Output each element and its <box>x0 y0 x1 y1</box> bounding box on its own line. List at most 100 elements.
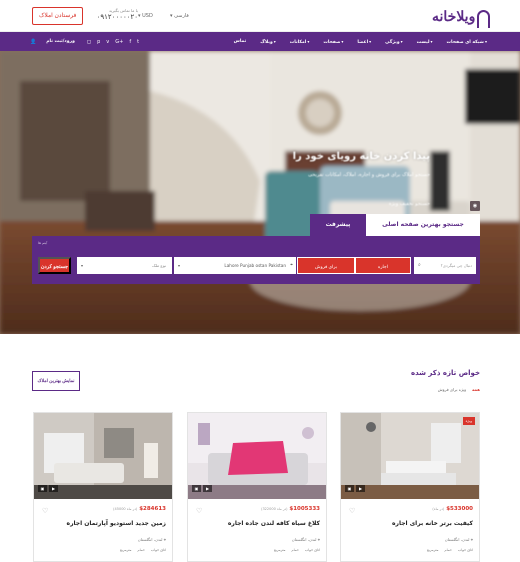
price-value: $533000 <box>446 506 473 512</box>
for-rent-button[interactable]: اجاره <box>355 257 411 274</box>
meta-item: اتاق خواب <box>304 548 320 552</box>
search-icon: ⌕ <box>418 262 421 268</box>
site-logo[interactable]: ویلاخانه <box>432 5 490 29</box>
chevron-down-icon: ▾ <box>170 13 173 19</box>
meta-item: اتاق خواب <box>457 548 473 552</box>
hero-banner: پیدا کردن خانه رویای خود را جستجو املاک … <box>0 51 520 334</box>
location-text: لندن، انگلستان <box>137 537 163 542</box>
meta-item: حمام <box>444 548 452 552</box>
facebook-icon[interactable]: f <box>129 39 131 45</box>
map-pin-icon[interactable]: ◉ <box>470 201 480 211</box>
heart-icon[interactable]: ♡ <box>42 507 48 515</box>
meta-item: حمام <box>137 548 145 552</box>
price-value: $1005333 <box>289 506 320 512</box>
property-title[interactable]: زمین جدید استودیو آپارتمان اجاره <box>67 520 166 527</box>
price-value: $284613 <box>139 506 166 512</box>
location-value: Lahore Punjab ostan Pakistan <box>224 263 286 268</box>
hero-background-image <box>0 51 520 334</box>
location-input[interactable]: ▾ Lahore Punjab ostan Pakistan ⌖ <box>174 257 296 274</box>
tab-advanced-search[interactable]: پیشرفت <box>310 214 366 236</box>
heart-icon[interactable]: ♡ <box>349 507 355 515</box>
heart-icon[interactable]: ♡ <box>196 507 202 515</box>
nav-item-label: تماس <box>233 39 247 44</box>
video-icon[interactable]: ▶ <box>203 485 212 492</box>
property-price: (در ماه 45000) $284613 <box>113 506 166 512</box>
section-title: خواص تازه ذکر شده <box>410 369 480 377</box>
keyword-search-input[interactable]: ⌕ دنبال چی میگردی؟ <box>414 257 476 274</box>
language-selector[interactable]: ▾ فارسی <box>170 13 189 19</box>
listing-filters: همه ویژه برای فروش <box>438 387 480 392</box>
twitter-icon[interactable]: t <box>137 39 139 45</box>
chevron-down-icon: ▾ <box>484 38 487 44</box>
featured-badge: ویژه <box>462 417 475 425</box>
user-icon: 👤 <box>30 38 37 45</box>
search-button[interactable]: جستجو کردن <box>38 257 71 274</box>
property-price: (در ماه) $533000 <box>432 506 473 512</box>
advanced-options-link[interactable]: آیتم ها <box>38 241 47 245</box>
nav-item-label: وبلاگ <box>260 39 273 45</box>
nav-item[interactable]: شبکه ای صفحات▾ <box>447 39 487 45</box>
nav-item-label: صفحات <box>323 39 341 45</box>
filter-tab[interactable]: ویژه برای فروش <box>438 387 466 392</box>
phone-number[interactable]: ۰۹۱۲۰۰۰۰۰۲۰ <box>86 13 138 21</box>
search-panel: آیتم ها جستجو کردن ▾ نوع ملک ▾ Lahore Pu… <box>32 236 480 284</box>
nav-item-label: اعضا <box>357 39 369 45</box>
meta-item: مترمربع <box>119 548 132 552</box>
property-image[interactable]: ویژه ▣ ▶ <box>341 413 479 499</box>
top-bar: ویلاخانه فرستادن املاک با ما تماس بگیرید… <box>0 0 520 32</box>
map-pin-icon: ⌖ <box>163 537 166 542</box>
image-actions: ▣ ▶ <box>345 485 365 492</box>
nav-item[interactable]: وبلاگ▾ <box>260 39 276 45</box>
logo-house-icon <box>477 10 490 28</box>
currency-selector[interactable]: ▾ USD <box>138 13 153 19</box>
chevron-down-icon: ▾ <box>369 38 372 44</box>
nav-item-label: ویژگی <box>385 39 400 45</box>
nav-item[interactable]: تماس <box>234 39 247 44</box>
chevron-down-icon: ▾ <box>81 263 84 268</box>
pinterest-icon[interactable]: p <box>97 39 100 45</box>
video-icon[interactable]: ▶ <box>49 485 58 492</box>
chevron-down-icon: ▾ <box>307 38 310 44</box>
property-type-select[interactable]: ▾ نوع ملک <box>77 257 172 274</box>
nav-utilities: 👤 ورود/ثبت نام t f G+ v p ◻ <box>30 32 139 51</box>
property-card[interactable]: ▣ ▶ ♡ (در ماه 45000) $284613 زمین جدید استود… <box>33 412 173 562</box>
property-title[interactable]: کلاغ سیاه کافه لندن جاده اجاره <box>228 520 320 527</box>
property-meta: اتاق خواب حمام مترمربع <box>120 548 166 552</box>
meta-item: اتاق خواب <box>150 548 166 552</box>
price-note: (در ماه) <box>432 507 445 511</box>
video-icon[interactable]: ▶ <box>356 485 365 492</box>
submit-property-button[interactable]: فرستادن املاک <box>32 7 84 25</box>
social-links: t f G+ v p ◻ <box>87 39 139 45</box>
property-type-placeholder: نوع ملک <box>152 263 166 268</box>
google-plus-icon[interactable]: G+ <box>115 39 123 45</box>
instagram-icon[interactable]: ◻ <box>87 39 91 45</box>
contact-phone: با ما تماس بگیرید ۰۹۱۲۰۰۰۰۰۲۰ <box>86 8 138 21</box>
view-all-properties-button[interactable]: نمایش بهترین املاک <box>32 371 80 391</box>
vine-icon[interactable]: v <box>106 39 109 45</box>
property-location: لندن، انگلستان ⌖ <box>292 537 320 542</box>
for-sale-button[interactable]: برای فروش <box>297 257 355 274</box>
filter-tab[interactable]: همه <box>472 387 480 392</box>
camera-icon[interactable]: ▣ <box>345 485 354 492</box>
nav-item-label: شبکه ای صفحات <box>446 39 484 45</box>
property-image[interactable]: ▣ ▶ <box>188 413 326 499</box>
property-card[interactable]: ▣ ▶ ♡ (در ماه 322000) $1005333 کلاغ سیاه کاف… <box>187 412 327 562</box>
property-title[interactable]: کیفیت برتر خانه برای اجاره <box>392 520 473 527</box>
camera-icon[interactable]: ▣ <box>38 485 47 492</box>
nav-item[interactable]: امکانات▾ <box>290 39 310 45</box>
chevron-down-icon: ▾ <box>400 38 403 44</box>
camera-icon[interactable]: ▣ <box>192 485 201 492</box>
nav-item[interactable]: اعضا▾ <box>357 39 371 45</box>
location-text: لندن، انگلستان <box>444 537 470 542</box>
property-price: (در ماه 322000) $1005333 <box>261 506 320 512</box>
property-image[interactable]: ▣ ▶ <box>34 413 172 499</box>
login-link[interactable]: ورود/ثبت نام <box>46 39 75 44</box>
map-pin-icon: ⌖ <box>470 537 473 542</box>
property-card[interactable]: ویژه ▣ ▶ ♡ (در ماه) $533000 کیفیت برتر خانه ب… <box>340 412 480 562</box>
nav-item[interactable]: ویژگی▾ <box>385 39 402 45</box>
nav-item[interactable]: لیست▾ <box>417 39 433 45</box>
tab-basic-search[interactable]: جستجو بهترین صفحه اصلی <box>366 214 480 236</box>
search-tabs: جستجو بهترین صفحه اصلی پیشرفت <box>310 214 480 236</box>
hero-tagline: جستجو تخفیف ویژه <box>388 201 430 207</box>
nav-item[interactable]: صفحات▾ <box>323 39 343 45</box>
